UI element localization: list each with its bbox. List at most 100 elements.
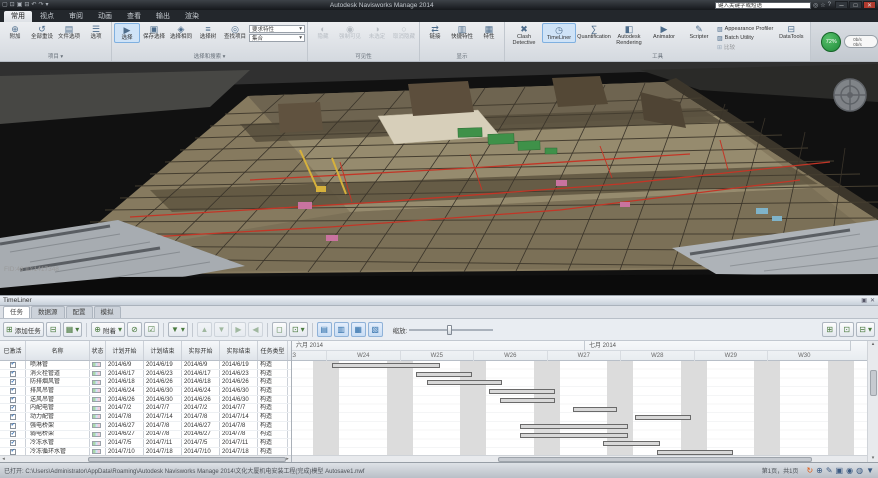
select-same-button[interactable]: ◈选择相同: [168, 23, 194, 41]
new-icon[interactable]: ▢: [2, 1, 8, 9]
timeliner-titlebar[interactable]: TimeLiner ▣ ✕: [0, 296, 878, 306]
gantt-bar[interactable]: [489, 389, 555, 394]
find-items-button[interactable]: ◎查找项目: [222, 23, 248, 41]
selection-tree-button[interactable]: ≡选择树: [195, 23, 221, 41]
view-planned-actual-button[interactable]: ▦: [351, 322, 366, 337]
help-icon[interactable]: ?: [828, 2, 831, 8]
append-button[interactable]: ⊕附加: [2, 23, 28, 41]
gantt-bar[interactable]: [603, 441, 660, 446]
table-row[interactable]: ✔强电桥架2014/6/272014/7/82014/6/272014/7/8构…: [0, 422, 291, 431]
comment-button[interactable]: ◻: [272, 322, 287, 337]
bulb-icon[interactable]: ◉: [846, 466, 853, 476]
col-task-type[interactable]: 任务类型: [258, 341, 288, 360]
auto-add-tasks-button[interactable]: ▦▾: [63, 322, 83, 337]
scroll-down-icon[interactable]: ▾: [872, 455, 875, 462]
active-checkbox[interactable]: ✔: [10, 414, 16, 420]
table-row[interactable]: ✔排风吊管2014/6/242014/6/302014/6/242014/6/3…: [0, 387, 291, 396]
view-gantt-button[interactable]: ▧: [368, 322, 383, 337]
gantt-vertical-scrollbar[interactable]: ▴ ▾: [867, 341, 878, 462]
view-planned-button[interactable]: ▤: [317, 322, 332, 337]
filter-icon[interactable]: ▼: [866, 466, 874, 476]
pencil-icon[interactable]: ✎: [826, 466, 833, 476]
zoom-slider[interactable]: [409, 324, 493, 336]
active-checkbox[interactable]: ✔: [10, 362, 16, 368]
print-icon[interactable]: ⊟: [24, 1, 29, 9]
window-icon[interactable]: ▣: [836, 466, 844, 476]
quick-properties-button[interactable]: ▥快捷特性: [449, 23, 475, 41]
require-properties-combo[interactable]: 要求特性▾: [249, 25, 305, 33]
tab-review[interactable]: 审阅: [62, 11, 90, 22]
autodesk-rendering-button[interactable]: ◧Autodesk Rendering: [612, 23, 646, 46]
active-checkbox[interactable]: ✔: [10, 397, 16, 403]
links-button[interactable]: ⇄链接: [422, 23, 448, 41]
table-horizontal-scrollbar[interactable]: ◂ ▸: [0, 455, 291, 462]
redo-icon[interactable]: ↷: [38, 1, 43, 9]
gantt-bar[interactable]: [500, 398, 555, 403]
gantt-bar[interactable]: [332, 363, 440, 368]
table-row[interactable]: ✔消火栓管道2014/6/172014/6/232014/6/172014/6/…: [0, 370, 291, 379]
active-checkbox[interactable]: ✔: [10, 449, 16, 455]
gantt-bar[interactable]: [635, 415, 691, 420]
pan-icon[interactable]: ⊕: [816, 466, 823, 476]
clash-detective-button[interactable]: ✖Clash Detective: [507, 23, 541, 46]
table-row[interactable]: ✔冷冻循环水管2014/7/102014/7/182014/7/102014/7…: [0, 448, 291, 455]
attach-button[interactable]: ⊕附着▾: [91, 322, 125, 337]
gantt-hscroll-thumb[interactable]: [498, 457, 812, 462]
col-name[interactable]: 名称: [26, 341, 90, 360]
clear-attachment-button[interactable]: ⊘: [127, 322, 142, 337]
filter-button[interactable]: ▼▾: [168, 322, 188, 337]
undo-icon[interactable]: ↶: [31, 1, 36, 9]
active-checkbox[interactable]: ✔: [10, 379, 16, 385]
gantt-bar[interactable]: [520, 424, 628, 429]
outdent-button[interactable]: ◀: [248, 322, 263, 337]
file-options-button[interactable]: ▤文件选项: [56, 23, 82, 41]
active-checkbox[interactable]: ✔: [10, 371, 16, 377]
gantt-bar[interactable]: [416, 372, 472, 377]
scroll-left-icon[interactable]: ◂: [0, 456, 7, 462]
panel-close-icon[interactable]: ✕: [870, 297, 875, 304]
active-checkbox[interactable]: ✔: [10, 431, 16, 437]
search-icon[interactable]: ◎: [813, 2, 818, 9]
minimize-button[interactable]: ─: [835, 1, 848, 9]
panel-pin-icon[interactable]: ▣: [861, 297, 867, 304]
tab-viewpoint[interactable]: 视点: [33, 11, 61, 22]
table-row[interactable]: ✔内配电管2014/7/22014/7/72014/7/22014/7/7构造: [0, 404, 291, 413]
timeliner-button[interactable]: ◷TimeLiner: [542, 23, 576, 43]
unhide-all-button[interactable]: ○取消隐藏: [391, 23, 417, 41]
table-row[interactable]: ✔动力配管2014/7/82014/7/142014/7/82014/7/14构…: [0, 413, 291, 422]
reset-all-button[interactable]: ↺全部重设: [29, 23, 55, 41]
gantt-bar[interactable]: [427, 380, 502, 385]
insert-task-button[interactable]: ⊟: [46, 322, 61, 337]
table-hscroll-thumb[interactable]: [88, 457, 286, 462]
zoom-slider-thumb[interactable]: [447, 325, 452, 335]
tab-data-sources[interactable]: 数据源: [31, 306, 65, 318]
tab-tasks[interactable]: 任务: [3, 306, 30, 318]
hide-unselected-button[interactable]: ◑未选定: [364, 23, 390, 41]
favorites-icon[interactable]: ☆: [820, 2, 825, 9]
view-actual-button[interactable]: ▥: [334, 322, 349, 337]
compare-button[interactable]: ⊞比较: [717, 43, 773, 51]
scripter-button[interactable]: ✎Scripter: [682, 23, 716, 41]
table-row[interactable]: ✔防排烟风管2014/6/182014/6/262014/6/182014/6/…: [0, 378, 291, 387]
properties-button[interactable]: ▦特性: [476, 23, 502, 41]
gantt-settings-button[interactable]: ⊟▾: [856, 322, 875, 337]
move-up-button[interactable]: ▲: [197, 322, 212, 337]
active-checkbox[interactable]: ✔: [10, 440, 16, 446]
quantification-button[interactable]: ∑Quantification: [577, 23, 611, 41]
select-button[interactable]: ▶选择: [114, 23, 140, 43]
open-icon[interactable]: ⊡: [10, 1, 15, 9]
export-schedule-button[interactable]: ⊞: [822, 322, 837, 337]
export-image-button[interactable]: ⊡▾: [289, 322, 308, 337]
col-actual-start[interactable]: 实际开始: [182, 341, 220, 360]
col-planned-end[interactable]: 计划结束: [144, 341, 182, 360]
tab-render[interactable]: 渲染: [178, 11, 206, 22]
indent-button[interactable]: ▶: [231, 322, 246, 337]
hide-button[interactable]: ◐隐藏: [310, 23, 336, 41]
move-down-button[interactable]: ▼: [214, 322, 229, 337]
validate-button[interactable]: ☑: [144, 322, 159, 337]
tab-animation[interactable]: 动画: [91, 11, 119, 22]
col-planned-start[interactable]: 计划开始: [106, 341, 144, 360]
datatools-button[interactable]: ⊟DataTools: [774, 23, 808, 41]
sets-combo[interactable]: 集合▾: [249, 34, 305, 42]
col-status[interactable]: 状态: [90, 341, 106, 360]
